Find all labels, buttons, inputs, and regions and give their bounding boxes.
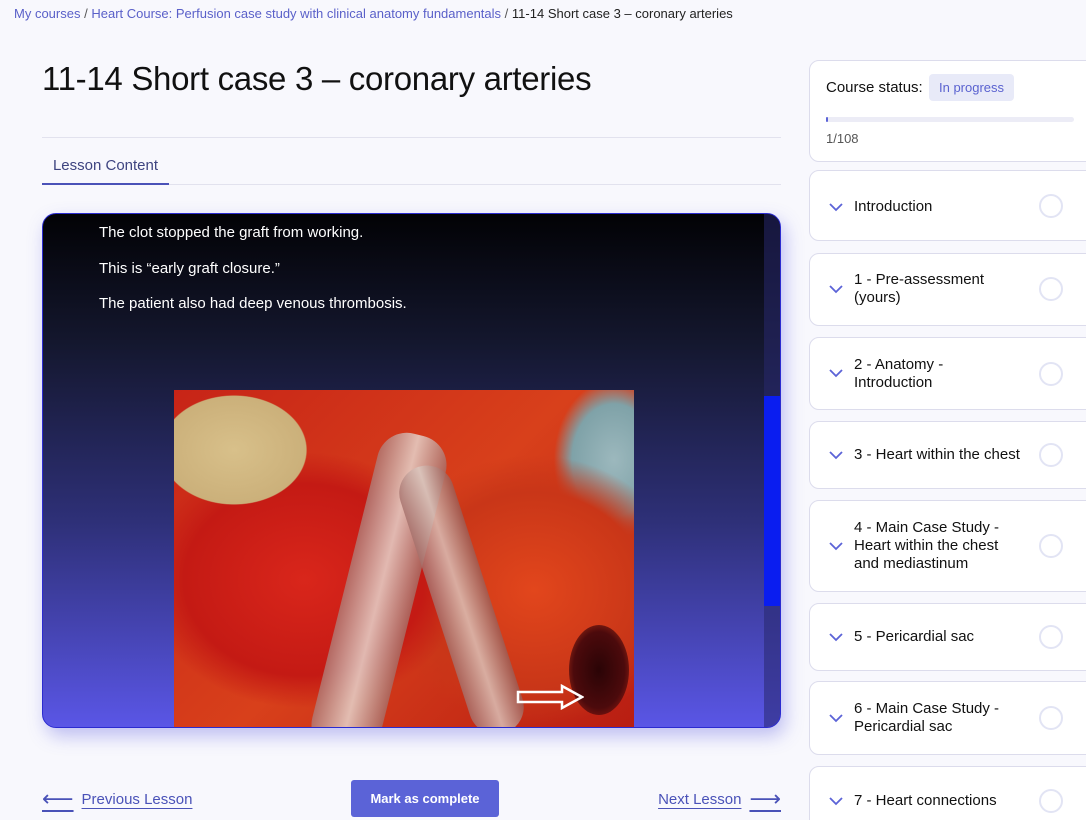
arrow-right-icon: ⟶ [749,786,781,811]
breadcrumb-my-courses[interactable]: My courses [14,6,80,21]
module-label: 6 - Main Case Study - Pericardial sac [854,700,1000,735]
module-label: 1 - Pre-assessment (yours) [854,271,985,306]
breadcrumb-course[interactable]: Heart Course: Perfusion case study with … [91,6,501,21]
chevron-down-icon [829,797,843,806]
module-introduction[interactable]: Introduction [809,170,1086,241]
chevron-down-icon [829,285,843,294]
progress-bar [826,117,1074,122]
breadcrumb-separator: / [504,6,509,21]
chevron-down-icon [829,714,843,723]
incomplete-circle-icon [1039,534,1063,558]
incomplete-circle-icon [1039,277,1063,301]
incomplete-circle-icon [1039,789,1063,813]
incomplete-circle-icon [1039,194,1063,218]
next-lesson-link[interactable]: Next Lesson ⟶ [658,788,781,810]
module-anatomy-introduction[interactable]: 2 - Anatomy - Introduction [809,337,1086,410]
previous-lesson-label: Previous Lesson [81,790,193,808]
chevron-down-icon [829,633,843,642]
module-main-case-study-chest[interactable]: 4 - Main Case Study - Heart within the c… [809,500,1086,592]
module-heart-connections[interactable]: 7 - Heart connections [809,766,1086,820]
lesson-navigation: ⟵ Previous Lesson Mark as complete Next … [42,780,781,818]
breadcrumb: My courses / Heart Course: Perfusion cas… [14,6,733,21]
tab-lesson-content[interactable]: Lesson Content [42,146,169,185]
incomplete-circle-icon [1039,362,1063,386]
module-pre-assessment[interactable]: 1 - Pre-assessment (yours) [809,253,1086,326]
module-main-case-study-pericardial[interactable]: 6 - Main Case Study - Pericardial sac [809,681,1086,755]
module-label: 4 - Main Case Study - Heart within the c… [854,519,1000,572]
scrollbar-thumb[interactable] [764,396,780,606]
module-heart-within-chest[interactable]: 3 - Heart within the chest [809,421,1086,489]
breadcrumb-current: 11-14 Short case 3 – coronary arteries [511,6,733,21]
module-label: 5 - Pericardial sac [854,628,975,645]
module-label: Introduction [854,198,933,215]
arrow-left-icon: ⟵ [42,786,74,811]
video-caption-line: The patient also had deep venous thrombo… [99,295,407,312]
module-label: 2 - Anatomy - Introduction [854,356,944,391]
module-label: 7 - Heart connections [854,792,997,809]
video-scrollbar[interactable] [764,214,780,727]
chevron-down-icon [829,369,843,378]
surgical-photo [174,390,634,727]
course-status-label: Course status: [826,79,923,96]
status-badge: In progress [929,74,1015,101]
incomplete-circle-icon [1039,443,1063,467]
progress-count: 1/108 [826,131,859,146]
breadcrumb-separator: / [84,6,88,21]
chevron-down-icon [829,542,843,551]
next-lesson-label: Next Lesson [658,790,742,808]
video-caption-line: The clot stopped the graft from working. [99,224,364,241]
divider [42,137,781,138]
module-pericardial-sac[interactable]: 5 - Pericardial sac [809,603,1086,671]
chevron-down-icon [829,451,843,460]
previous-lesson-link[interactable]: ⟵ Previous Lesson [42,788,192,810]
mark-complete-button[interactable]: Mark as complete [351,780,499,817]
chevron-down-icon [829,203,843,212]
video-player[interactable]: The clot stopped the graft from working.… [42,213,781,728]
incomplete-circle-icon [1039,706,1063,730]
tab-bar: Lesson Content [42,146,781,185]
course-status-card: Course status: In progress 1/108 [809,60,1086,162]
progress-fill [826,117,829,122]
video-caption-line: This is “early graft closure.” [99,260,280,277]
incomplete-circle-icon [1039,625,1063,649]
page-title: 11-14 Short case 3 – coronary arteries [42,60,592,97]
arrow-right-icon [516,684,584,710]
module-label: 3 - Heart within the chest [854,446,1020,463]
